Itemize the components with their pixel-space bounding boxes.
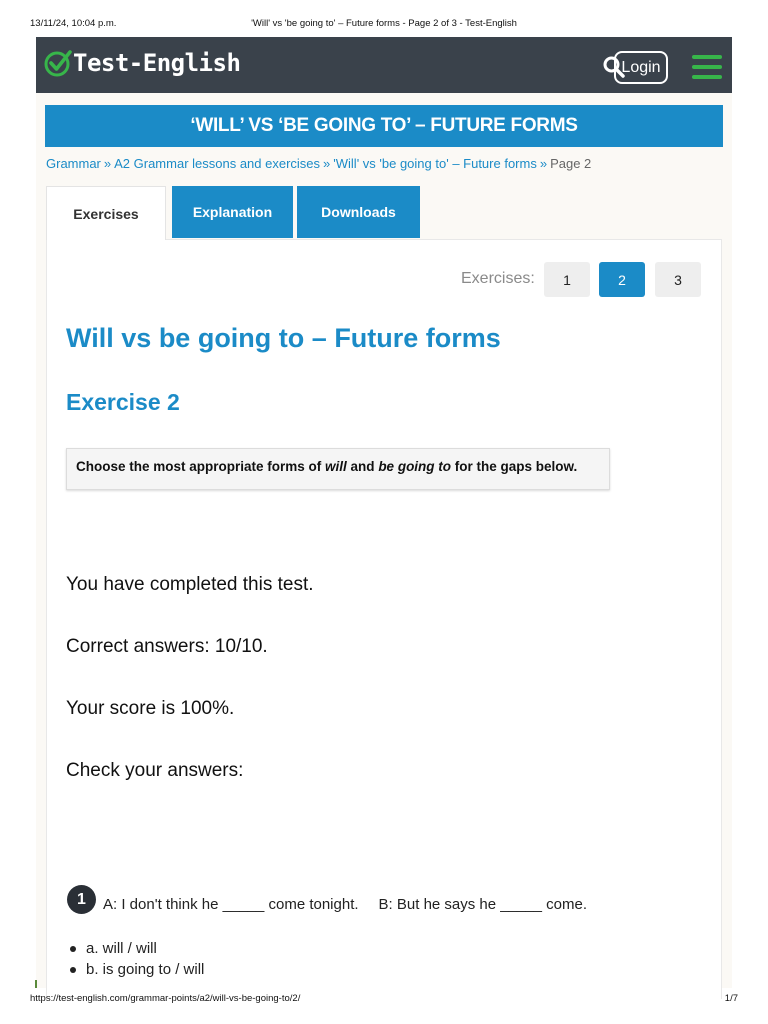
site-header: Test-English Login [36,37,732,93]
option-a: a. will / will [86,940,157,957]
exercise-title: Exercise 2 [66,389,180,415]
question-part-b: B: But he says he _____ come. [378,896,588,913]
tab-exercises[interactable]: Exercises [46,186,166,240]
answer-options: a. will / will b. is going to / will [70,938,204,980]
list-item: b. is going to / will [70,959,204,980]
breadcrumb-separator: » [539,156,548,171]
exercise-page-2-button[interactable]: 2 [599,262,645,297]
exercise-page-1-button[interactable]: 1 [544,262,590,297]
login-button[interactable]: Login [614,51,668,84]
question-part-a: A: I don't think he _____ come tonight. [103,896,359,913]
print-header: 13/11/24, 10:04 p.m. 'Will' vs 'be going… [30,18,738,32]
correct-answers-text: Correct answers: 10/10. [66,636,268,657]
question-number-badge: 1 [67,885,96,914]
instruction-box: Choose the most appropriate forms of wil… [66,448,610,490]
breadcrumb-separator: » [103,156,112,171]
page-title-banner: ‘WILL’ VS ‘BE GOING TO’ – FUTURE FORMS [45,105,723,147]
print-url: https://test-english.com/grammar-points/… [30,993,301,1004]
tab-explanation[interactable]: Explanation [172,186,293,238]
main-heading: Will vs be going to – Future forms [66,323,501,353]
question-text: A: I don't think he _____ come tonight. B… [103,896,587,913]
breadcrumb-current: Page 2 [550,156,592,171]
option-b: b. is going to / will [86,961,205,978]
breadcrumb-link-lesson[interactable]: 'Will' vs 'be going to' – Future forms [333,156,537,171]
check-circle-icon [44,50,72,77]
list-item: a. will / will [70,938,204,959]
edge-mark [35,980,37,988]
logo-text: Test-English [73,49,241,77]
breadcrumb-link-grammar[interactable]: Grammar [46,156,101,171]
print-footer: https://test-english.com/grammar-points/… [30,993,738,1007]
exercise-page-3-button[interactable]: 3 [655,262,701,297]
score-text: Your score is 100%. [66,698,235,719]
breadcrumb-separator: » [323,156,331,171]
breadcrumb-link-a2[interactable]: A2 Grammar lessons and exercises [114,156,320,171]
print-page-number: 1/7 [724,993,738,1004]
bullet-icon [70,966,76,973]
pagination-label: Exercises: [461,270,535,287]
completed-message: You have completed this test. [66,574,314,595]
check-answers-text: Check your answers: [66,760,244,781]
hamburger-menu-icon[interactable] [692,55,722,79]
bullet-icon [70,945,76,952]
site-logo[interactable]: Test-English [44,49,241,77]
tab-downloads[interactable]: Downloads [297,186,420,238]
print-doc-title: 'Will' vs 'be going to' – Future forms -… [251,18,517,29]
breadcrumb: Grammar» A2 Grammar lessons and exercises… [46,156,591,171]
